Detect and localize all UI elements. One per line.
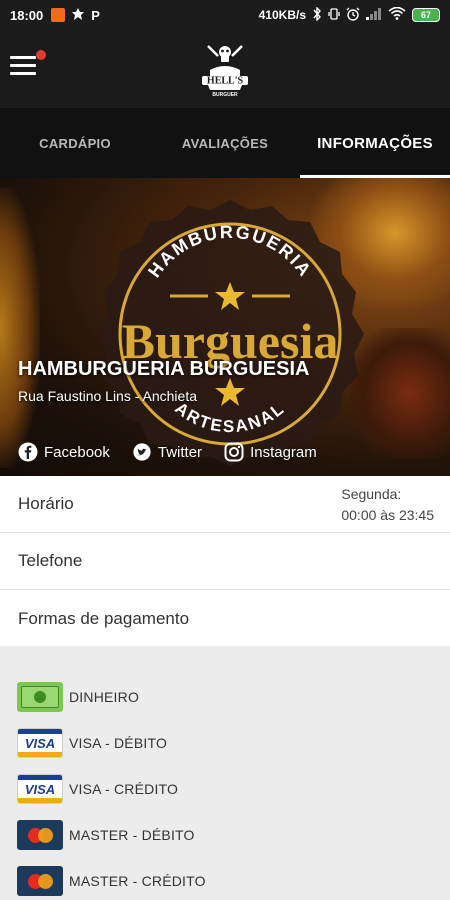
app-bar: HELL'S BURGUER [0, 30, 450, 108]
status-time: 18:00 [10, 7, 44, 23]
payment-methods-row: Formas de pagamento [0, 590, 450, 647]
vibrate-icon [328, 7, 340, 24]
hells-burguer-logo: HELL'S BURGUER [202, 45, 248, 98]
restaurant-address: Rua Faustino Lins - Anchieta [18, 388, 197, 404]
payment-item: MASTER - CRÉDITO [0, 858, 450, 900]
phone-row[interactable]: Telefone [0, 533, 450, 590]
notification-app-icon [51, 8, 66, 22]
twitter-label: Twitter [157, 443, 203, 461]
mastercard-icon [17, 820, 63, 850]
restaurant-hero: HAMBURGUERIA Burguesia ARTESANAL HAMBURG… [0, 178, 450, 476]
alarm-icon [346, 7, 360, 24]
payment-item: MASTER - DÉBITO [0, 812, 450, 858]
facebook-icon [18, 442, 38, 462]
payment-label: VISA - DÉBITO [69, 735, 168, 751]
payment-label: MASTER - DÉBITO [69, 827, 195, 843]
payment-label: VISA - CRÉDITO [69, 781, 179, 797]
payment-methods-list: DINHEIRO VISA VISA - DÉBITO VISA VISA - … [0, 646, 450, 900]
tab-avaliacoes[interactable]: AVALIAÇÕES [150, 108, 300, 178]
social-links: Facebook Twitter Instagram [18, 442, 317, 462]
hours-time: 00:00 às 23:45 [341, 507, 434, 523]
twitter-link[interactable]: Twitter [132, 442, 202, 462]
signal-icon [366, 7, 382, 23]
hours-day: Segunda: [341, 486, 402, 502]
status-bar: 18:00 P 410KB/s 67 [0, 0, 450, 30]
info-section: Horário Segunda: 00:00 às 23:45 Telefone… [0, 476, 450, 647]
payment-methods-label: Formas de pagamento [18, 608, 190, 628]
visa-icon: VISA [17, 728, 63, 758]
instagram-label: Instagram [250, 443, 317, 461]
facebook-link[interactable]: Facebook [18, 442, 110, 462]
payment-label: DINHEIRO [69, 689, 140, 705]
notification-p-icon: P [91, 7, 100, 23]
twitter-icon [132, 442, 152, 462]
instagram-icon [224, 442, 244, 462]
hours-row[interactable]: Horário Segunda: 00:00 às 23:45 [0, 476, 450, 533]
restaurant-name: HAMBURGUERIA BURGUESIA [18, 358, 310, 380]
facebook-label: Facebook [44, 443, 110, 461]
payment-label: MASTER - CRÉDITO [69, 873, 206, 889]
battery-icon: 67 [412, 8, 440, 22]
payment-item: VISA VISA - DÉBITO [0, 720, 450, 766]
network-speed: 410KB/s [258, 8, 306, 22]
hours-value: Segunda: 00:00 às 23:45 [341, 484, 434, 526]
payment-item: VISA VISA - CRÉDITO [0, 766, 450, 812]
visa-icon: VISA [17, 774, 63, 804]
bluetooth-icon [312, 5, 322, 24]
hero-background-food [0, 188, 40, 468]
cash-icon [17, 682, 63, 712]
wifi-icon [388, 6, 406, 23]
mastercard-icon [17, 866, 63, 896]
burguesia-badge-logo: HAMBURGUERIA Burguesia ARTESANAL [96, 200, 364, 466]
tab-informacoes[interactable]: INFORMAÇÕES [300, 108, 450, 178]
payment-item: DINHEIRO [0, 674, 450, 720]
menu-button[interactable] [10, 56, 40, 82]
instagram-link[interactable]: Instagram [224, 442, 317, 462]
phone-label: Telefone [18, 551, 83, 570]
svg-text:HELL'S: HELL'S [207, 76, 244, 87]
notification-leaf-icon [71, 7, 85, 24]
svg-text:BURGUER: BURGUER [212, 92, 238, 98]
tab-cardapio[interactable]: CARDÁPIO [0, 108, 150, 178]
tab-bar: CARDÁPIO AVALIAÇÕES INFORMAÇÕES [0, 108, 450, 178]
hours-label: Horário [18, 494, 74, 513]
notification-dot [36, 50, 46, 60]
